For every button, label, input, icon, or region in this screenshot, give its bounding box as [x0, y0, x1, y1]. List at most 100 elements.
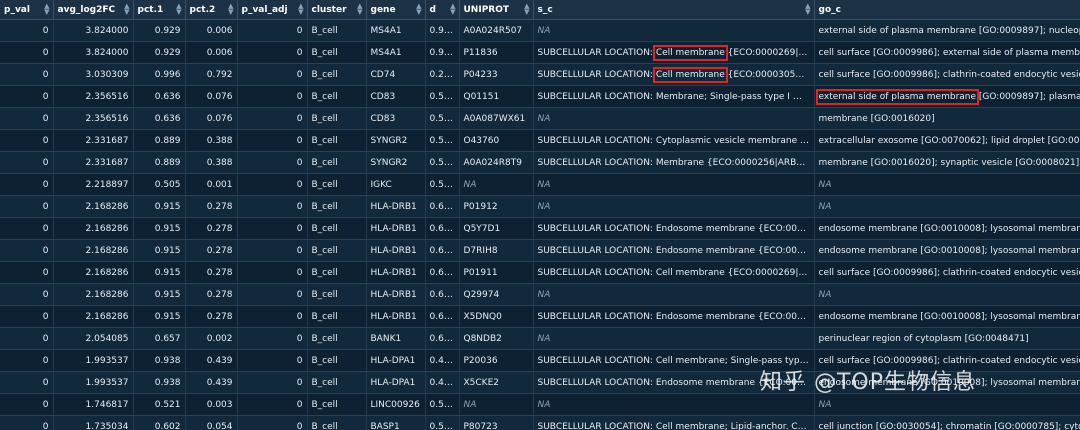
- cell-pct-2: 0.278: [185, 217, 238, 240]
- cell-s-c: SUBCELLULAR LOCATION: Cytoplasmic vesicl…: [533, 129, 815, 152]
- sort-arrows-icon[interactable]: ▲ ▼: [176, 3, 181, 16]
- cell-p-val: 0: [0, 85, 54, 108]
- cell-gene: MS4A1: [366, 41, 426, 64]
- table-row[interactable]: 0 2.218897 0.505 0.001 0 B_cell IGKC 0.504 NA NA N…: [0, 173, 1080, 196]
- cell-p-val: 0: [0, 393, 54, 416]
- cell-cluster: B_cell: [307, 415, 367, 430]
- cell-go-c: cell surface [GO:0009986]; external side…: [814, 41, 1080, 64]
- cell-p-val: 0: [0, 349, 54, 372]
- sort-arrows-icon[interactable]: ▲ ▼: [357, 3, 362, 16]
- sort-arrows-icon[interactable]: ▲ ▼: [805, 3, 810, 16]
- cell-p-val: 0: [0, 327, 54, 350]
- sort-arrows-icon[interactable]: ▲ ▼: [124, 3, 129, 16]
- column-header-p-val-adj[interactable]: p_val_adj ▲ ▼: [237, 0, 308, 20]
- cell-p-val: 0: [0, 173, 54, 196]
- cell-d: 0.637: [425, 283, 460, 306]
- column-header-label: d: [429, 4, 436, 15]
- cell-uniprot: P04233: [459, 63, 534, 86]
- cell-pct-1: 0.915: [133, 305, 186, 328]
- cell-gene: SYNGR2: [366, 129, 426, 152]
- cell-avg-log2fc: 1.746817: [53, 393, 134, 416]
- column-header-pct-1[interactable]: pct.1 ▲ ▼: [133, 0, 186, 20]
- cell-d: 0.923: [425, 41, 460, 64]
- cell-gene: BASP1: [366, 415, 426, 430]
- cell-s-c: NA: [533, 107, 815, 130]
- cell-p-val: 0: [0, 41, 54, 64]
- cell-p-val: 0: [0, 261, 54, 284]
- cell-go-c: NA: [814, 283, 1080, 306]
- cell-uniprot: A0A087WX61: [459, 107, 534, 130]
- cell-p-val: 0: [0, 239, 54, 262]
- table-row[interactable]: 0 3.824000 0.929 0.006 0 B_cell MS4A1 0.923 A0A0…: [0, 19, 1080, 42]
- table-row[interactable]: 0 2.356516 0.636 0.076 0 B_cell CD83 0.560 Q0115…: [0, 85, 1080, 108]
- cell-avg-log2fc: 2.168286: [53, 283, 134, 306]
- cell-p-val-adj: 0: [237, 349, 308, 372]
- cell-gene: HLA-DRB1: [366, 305, 426, 328]
- cell-go-c: membrane [GO:0016020]; synaptic vesicle …: [814, 151, 1080, 174]
- table-row[interactable]: 0 3.030309 0.996 0.792 0 B_cell CD74 0.204 P0423…: [0, 63, 1080, 86]
- table-row[interactable]: 0 2.168286 0.915 0.278 0 B_cell HLA-DRB1 0.637 P…: [0, 195, 1080, 218]
- column-header-d[interactable]: d ▲ ▼: [425, 0, 460, 20]
- cell-cluster: B_cell: [307, 393, 367, 416]
- cell-gene: HLA-DRB1: [366, 217, 426, 240]
- column-header-label: pct.2: [189, 4, 216, 15]
- table-row[interactable]: 0 2.331687 0.889 0.388 0 B_cell SYNGR2 0.501 A0A…: [0, 151, 1080, 174]
- table-row[interactable]: 0 2.168286 0.915 0.278 0 B_cell HLA-DRB1 0.637 P…: [0, 261, 1080, 284]
- cell-s-c: SUBCELLULAR LOCATION: Cell membrane; Lip…: [533, 415, 815, 430]
- sort-arrows-icon[interactable]: ▲ ▼: [524, 3, 529, 16]
- cell-uniprot: P80723: [459, 415, 534, 430]
- cell-avg-log2fc: 1.993537: [53, 349, 134, 372]
- column-header-cluster[interactable]: cluster ▲ ▼: [307, 0, 367, 20]
- cell-avg-log2fc: 3.824000: [53, 19, 134, 42]
- sort-arrows-icon[interactable]: ▲ ▼: [298, 3, 303, 16]
- cell-go-c: endosome membrane [GO:0010008]; lysosoma…: [814, 305, 1080, 328]
- cell-d: 0.518: [425, 393, 460, 416]
- table-row[interactable]: 0 2.331687 0.889 0.388 0 B_cell SYNGR2 0.501 O43…: [0, 129, 1080, 152]
- column-header-avg-log2fc[interactable]: avg_log2FC ▲ ▼: [53, 0, 134, 20]
- sort-arrows-icon[interactable]: ▲ ▼: [44, 3, 49, 16]
- cell-go-c: external side of plasma membrane [GO:000…: [814, 85, 1080, 108]
- cell-p-val-adj: 0: [237, 327, 308, 350]
- cell-pct-2: 0.002: [185, 327, 238, 350]
- cell-go-c: NA: [814, 173, 1080, 196]
- cell-d: 0.560: [425, 107, 460, 130]
- cell-p-val: 0: [0, 63, 54, 86]
- table-row[interactable]: 0 2.168286 0.915 0.278 0 B_cell HLA-DRB1 0.637 X…: [0, 305, 1080, 328]
- cell-cluster: B_cell: [307, 19, 367, 42]
- sort-arrows-icon[interactable]: ▲ ▼: [450, 3, 455, 16]
- cell-d: 0.655: [425, 327, 460, 350]
- table-row[interactable]: 0 3.824000 0.929 0.006 0 B_cell MS4A1 0.923 P118…: [0, 41, 1080, 64]
- column-header-s-c[interactable]: s_c ▲ ▼: [533, 0, 815, 20]
- sort-arrows-icon[interactable]: ▲ ▼: [416, 3, 421, 16]
- column-header-gene[interactable]: gene ▲ ▼: [366, 0, 426, 20]
- cell-pct-1: 0.996: [133, 63, 186, 86]
- table-row[interactable]: 0 2.356516 0.636 0.076 0 B_cell CD83 0.560 A0A08…: [0, 107, 1080, 130]
- cell-s-c: SUBCELLULAR LOCATION: Cell membrane {ECO…: [533, 41, 815, 64]
- cell-cluster: B_cell: [307, 151, 367, 174]
- cell-gene: CD74: [366, 63, 426, 86]
- cell-p-val-adj: 0: [237, 217, 308, 240]
- column-header-pct-2[interactable]: pct.2 ▲ ▼: [185, 0, 238, 20]
- table-row[interactable]: 0 2.168286 0.915 0.278 0 B_cell HLA-DRB1 0.637 D…: [0, 239, 1080, 262]
- cell-avg-log2fc: 2.331687: [53, 151, 134, 174]
- cell-pct-2: 0.792: [185, 63, 238, 86]
- column-header-p-val[interactable]: p_val ▲ ▼: [0, 0, 54, 20]
- cell-go-c: perinuclear region of cytoplasm [GO:0048…: [814, 327, 1080, 350]
- table-row[interactable]: 0 2.054085 0.657 0.002 0 B_cell BANK1 0.655 Q8ND…: [0, 327, 1080, 350]
- table-row[interactable]: 0 2.168286 0.915 0.278 0 B_cell HLA-DRB1 0.637 Q…: [0, 283, 1080, 306]
- sort-arrows-icon[interactable]: ▲ ▼: [228, 3, 233, 16]
- table-header: p_val ▲ ▼ avg_log2FC ▲ ▼ pct.1 ▲ ▼ pct.2 ▲ ▼ p_val_a…: [0, 0, 1080, 20]
- column-header-label: avg_log2FC: [57, 4, 116, 15]
- cell-p-val-adj: 0: [237, 261, 308, 284]
- cell-p-val-adj: 0: [237, 129, 308, 152]
- table-row[interactable]: 0 1.735034 0.602 0.054 0 B_cell BASP1 0.548 P807…: [0, 415, 1080, 430]
- cell-d: 0.637: [425, 305, 460, 328]
- cell-cluster: B_cell: [307, 63, 367, 86]
- table-row[interactable]: 0 1.746817 0.521 0.003 0 B_cell LINC00926 0.518…: [0, 393, 1080, 416]
- table-row[interactable]: 0 2.168286 0.915 0.278 0 B_cell HLA-DRB1 0.637 Q…: [0, 217, 1080, 240]
- cell-s-c: NA: [533, 327, 815, 350]
- cell-s-c: SUBCELLULAR LOCATION: Cell membrane {ECO…: [533, 261, 815, 284]
- column-header-uniprot[interactable]: UNIPROT ▲ ▼: [459, 0, 534, 20]
- cell-p-val-adj: 0: [237, 305, 308, 328]
- column-header-go-c[interactable]: go_c▲▼: [814, 0, 1080, 20]
